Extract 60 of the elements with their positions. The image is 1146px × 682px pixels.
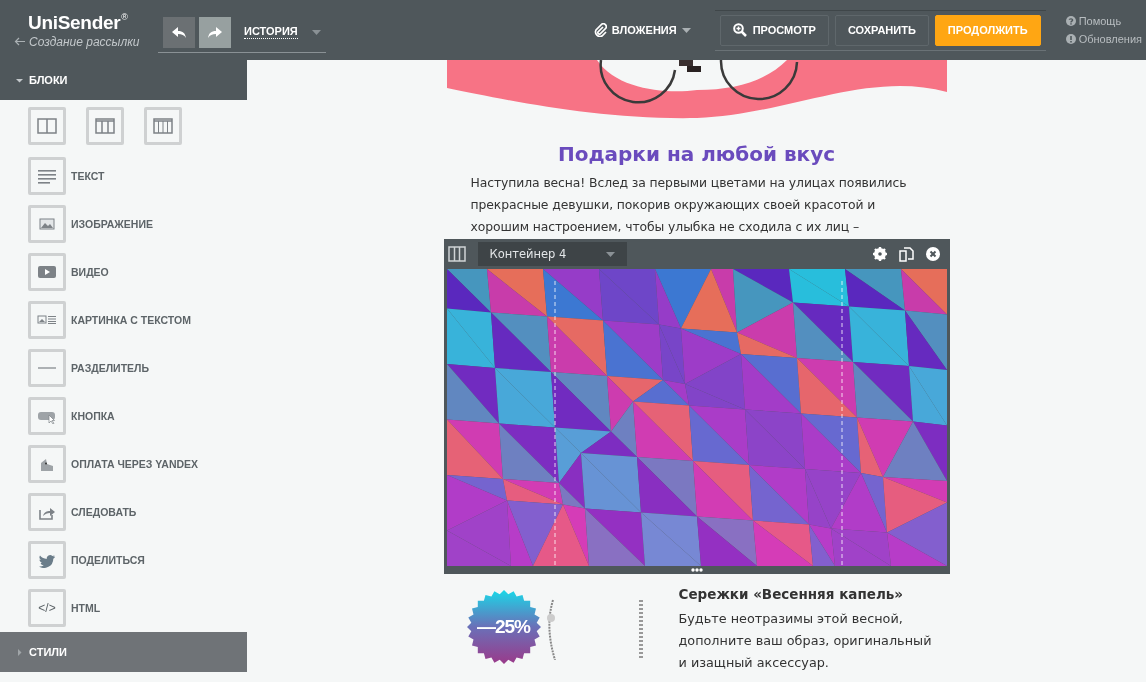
product-description: Будьте неотразимы этой весной, дополните ваш образ, оригинальный и изащный аксессуар. xyxy=(678,610,933,672)
paperclip-icon xyxy=(593,23,607,37)
save-button[interactable]: СОХРАНИТЬ xyxy=(834,14,929,46)
block-icon[interactable] xyxy=(28,541,66,579)
layout-block-icon[interactable] xyxy=(86,107,124,145)
layout-block-icon[interactable] xyxy=(28,107,66,145)
caret-icon xyxy=(681,27,691,33)
duplicate-icon[interactable] xyxy=(898,246,914,262)
question-icon xyxy=(1065,16,1076,26)
undo-button[interactable] xyxy=(163,16,195,48)
block-label[interactable]: СЛЕДОВАТЬ xyxy=(71,506,137,518)
exclamation-icon xyxy=(1065,34,1076,44)
help-link[interactable]: Помощь xyxy=(1065,15,1142,27)
caret-icon xyxy=(606,251,616,257)
block-label[interactable]: ПОДЕЛИТЬСЯ xyxy=(71,554,145,566)
block-label[interactable]: РАЗДЕЛИТЕЛЬ xyxy=(71,362,149,374)
discount-badge: —25% xyxy=(466,590,541,664)
columns-icon[interactable] xyxy=(447,246,466,262)
caret-icon[interactable] xyxy=(311,29,321,35)
undo-icon xyxy=(172,26,186,38)
redo-icon xyxy=(208,26,222,38)
block-icon[interactable] xyxy=(28,445,66,483)
section-title: СТИЛИ xyxy=(29,646,67,658)
preview-button[interactable]: ПРОСМОТР xyxy=(719,14,829,46)
block-icon[interactable]: </> xyxy=(28,589,66,627)
redo-button[interactable] xyxy=(199,16,231,48)
container-block[interactable]: Контейнер 4 xyxy=(443,239,950,574)
zoom-in-icon xyxy=(732,23,747,37)
block-icon[interactable] xyxy=(28,205,66,243)
attachments-dropdown[interactable]: ВЛОЖЕНИЯ xyxy=(593,23,691,37)
block-label[interactable]: ТЕКСТ xyxy=(71,170,105,182)
updates-link[interactable]: Обновления xyxy=(1065,33,1142,45)
back-arrow-icon[interactable] xyxy=(14,37,26,46)
logo: UniSender xyxy=(28,11,121,34)
section-header[interactable]: БЛОКИ xyxy=(0,60,247,100)
layout-block-icon[interactable] xyxy=(144,107,182,145)
container-dropdown[interactable]: Контейнер 4 xyxy=(477,242,628,266)
history-dropdown[interactable]: ИСТОРИЯ xyxy=(244,25,298,39)
block-label[interactable]: ОПЛАТА ЧЕРЕЗ YANDEX xyxy=(71,458,199,470)
back-link[interactable]: Создание рассылки xyxy=(29,34,140,49)
block-icon[interactable] xyxy=(28,301,66,339)
registered-mark: ® xyxy=(121,11,128,22)
email-heading: Подарки на любой вкус xyxy=(556,142,837,166)
block-label[interactable]: КАРТИНКА С ТЕКСТОМ xyxy=(71,314,191,326)
block-label[interactable]: ИЗОБРАЖЕНИЕ xyxy=(71,218,153,230)
close-icon[interactable] xyxy=(925,247,940,261)
email-paragraph: Наступила весна! Вслед за первыми цветами на улицах появились прекрасные девушки, покорив окружающих своей красотой и хорошим настроением, чтобы улыбка не сходила с их лиц – xyxy=(470,174,908,236)
settings-icon[interactable] xyxy=(872,247,887,261)
block-icon[interactable] xyxy=(28,397,66,435)
block-label[interactable]: ВИДЕО xyxy=(71,266,109,278)
block-icon[interactable] xyxy=(28,253,66,291)
block-label[interactable]: КНОПКА xyxy=(71,410,115,422)
block-icon[interactable] xyxy=(28,157,66,195)
block-icon[interactable] xyxy=(28,493,66,531)
block-label[interactable]: HTML xyxy=(71,602,101,614)
block-icon[interactable] xyxy=(28,349,66,387)
section-title: БЛОКИ xyxy=(29,74,68,86)
product-title: Сережки «Весенняя капель» xyxy=(678,586,905,602)
section-header[interactable]: СТИЛИ xyxy=(0,632,247,672)
resize-handle-icon[interactable] xyxy=(690,568,703,572)
